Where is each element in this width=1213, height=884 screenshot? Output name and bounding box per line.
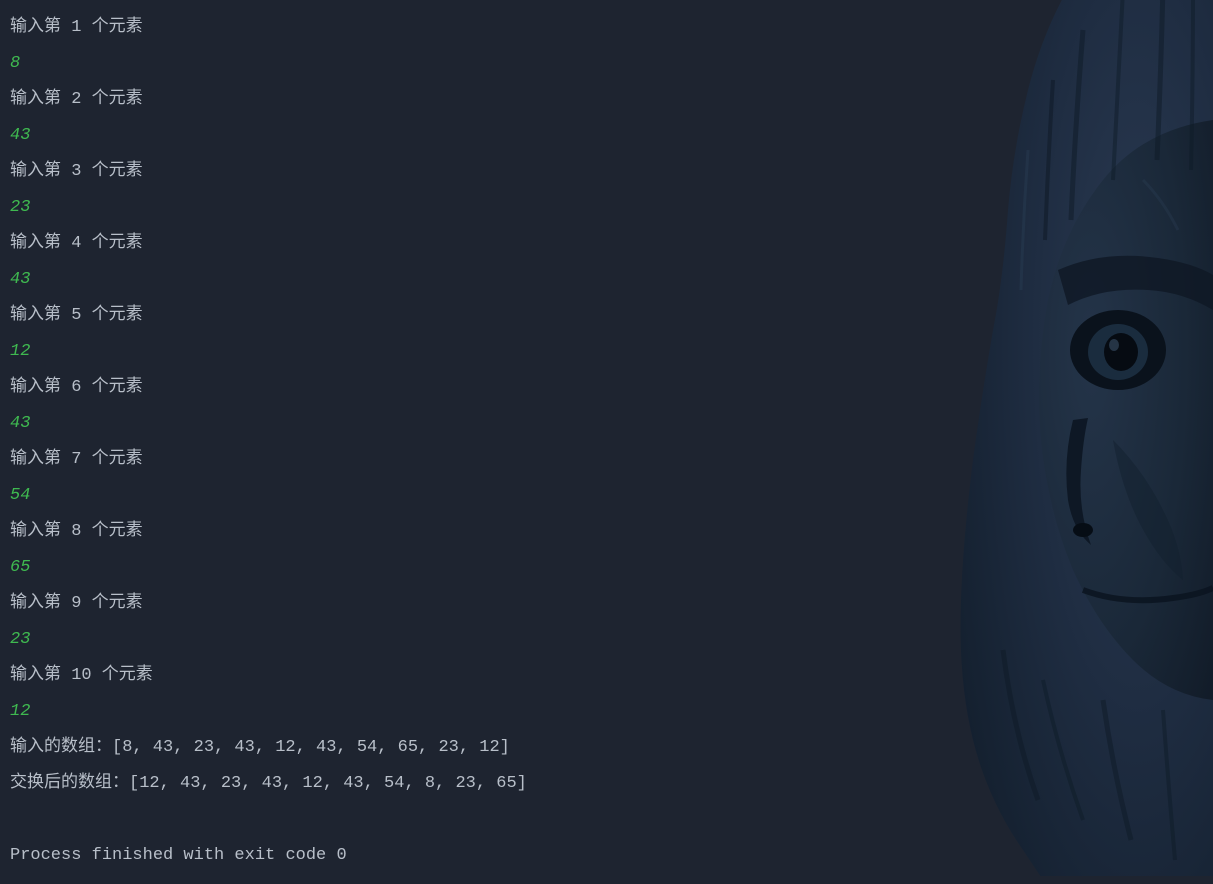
input-value-line: 12 [10, 694, 1203, 730]
prompt-line: 输入第 3 个元素 [10, 154, 1203, 190]
prompt-line: 输入第 10 个元素 [10, 658, 1203, 694]
input-value-line: 43 [10, 406, 1203, 442]
blank-line [10, 802, 1203, 838]
input-value-line: 43 [10, 262, 1203, 298]
input-value-line: 12 [10, 334, 1203, 370]
exit-message-line: Process finished with exit code 0 [10, 838, 1203, 874]
prompt-line: 输入第 4 个元素 [10, 226, 1203, 262]
input-value-line: 43 [10, 118, 1203, 154]
prompt-line: 输入第 2 个元素 [10, 82, 1203, 118]
prompt-line: 输入第 1 个元素 [10, 10, 1203, 46]
input-value-line: 8 [10, 46, 1203, 82]
input-value-line: 65 [10, 550, 1203, 586]
console-output: 输入第 1 个元素 8 输入第 2 个元素 43 输入第 3 个元素 23 输入… [0, 0, 1213, 884]
input-value-line: 23 [10, 622, 1203, 658]
prompt-line: 输入第 8 个元素 [10, 514, 1203, 550]
prompt-line: 输入第 6 个元素 [10, 370, 1203, 406]
input-value-line: 23 [10, 190, 1203, 226]
input-value-line: 54 [10, 478, 1203, 514]
input-array-line: 输入的数组：[8, 43, 23, 43, 12, 43, 54, 65, 23… [10, 730, 1203, 766]
prompt-line: 输入第 7 个元素 [10, 442, 1203, 478]
prompt-line: 输入第 9 个元素 [10, 586, 1203, 622]
swapped-array-line: 交换后的数组：[12, 43, 23, 43, 12, 43, 54, 8, 2… [10, 766, 1203, 802]
prompt-line: 输入第 5 个元素 [10, 298, 1203, 334]
